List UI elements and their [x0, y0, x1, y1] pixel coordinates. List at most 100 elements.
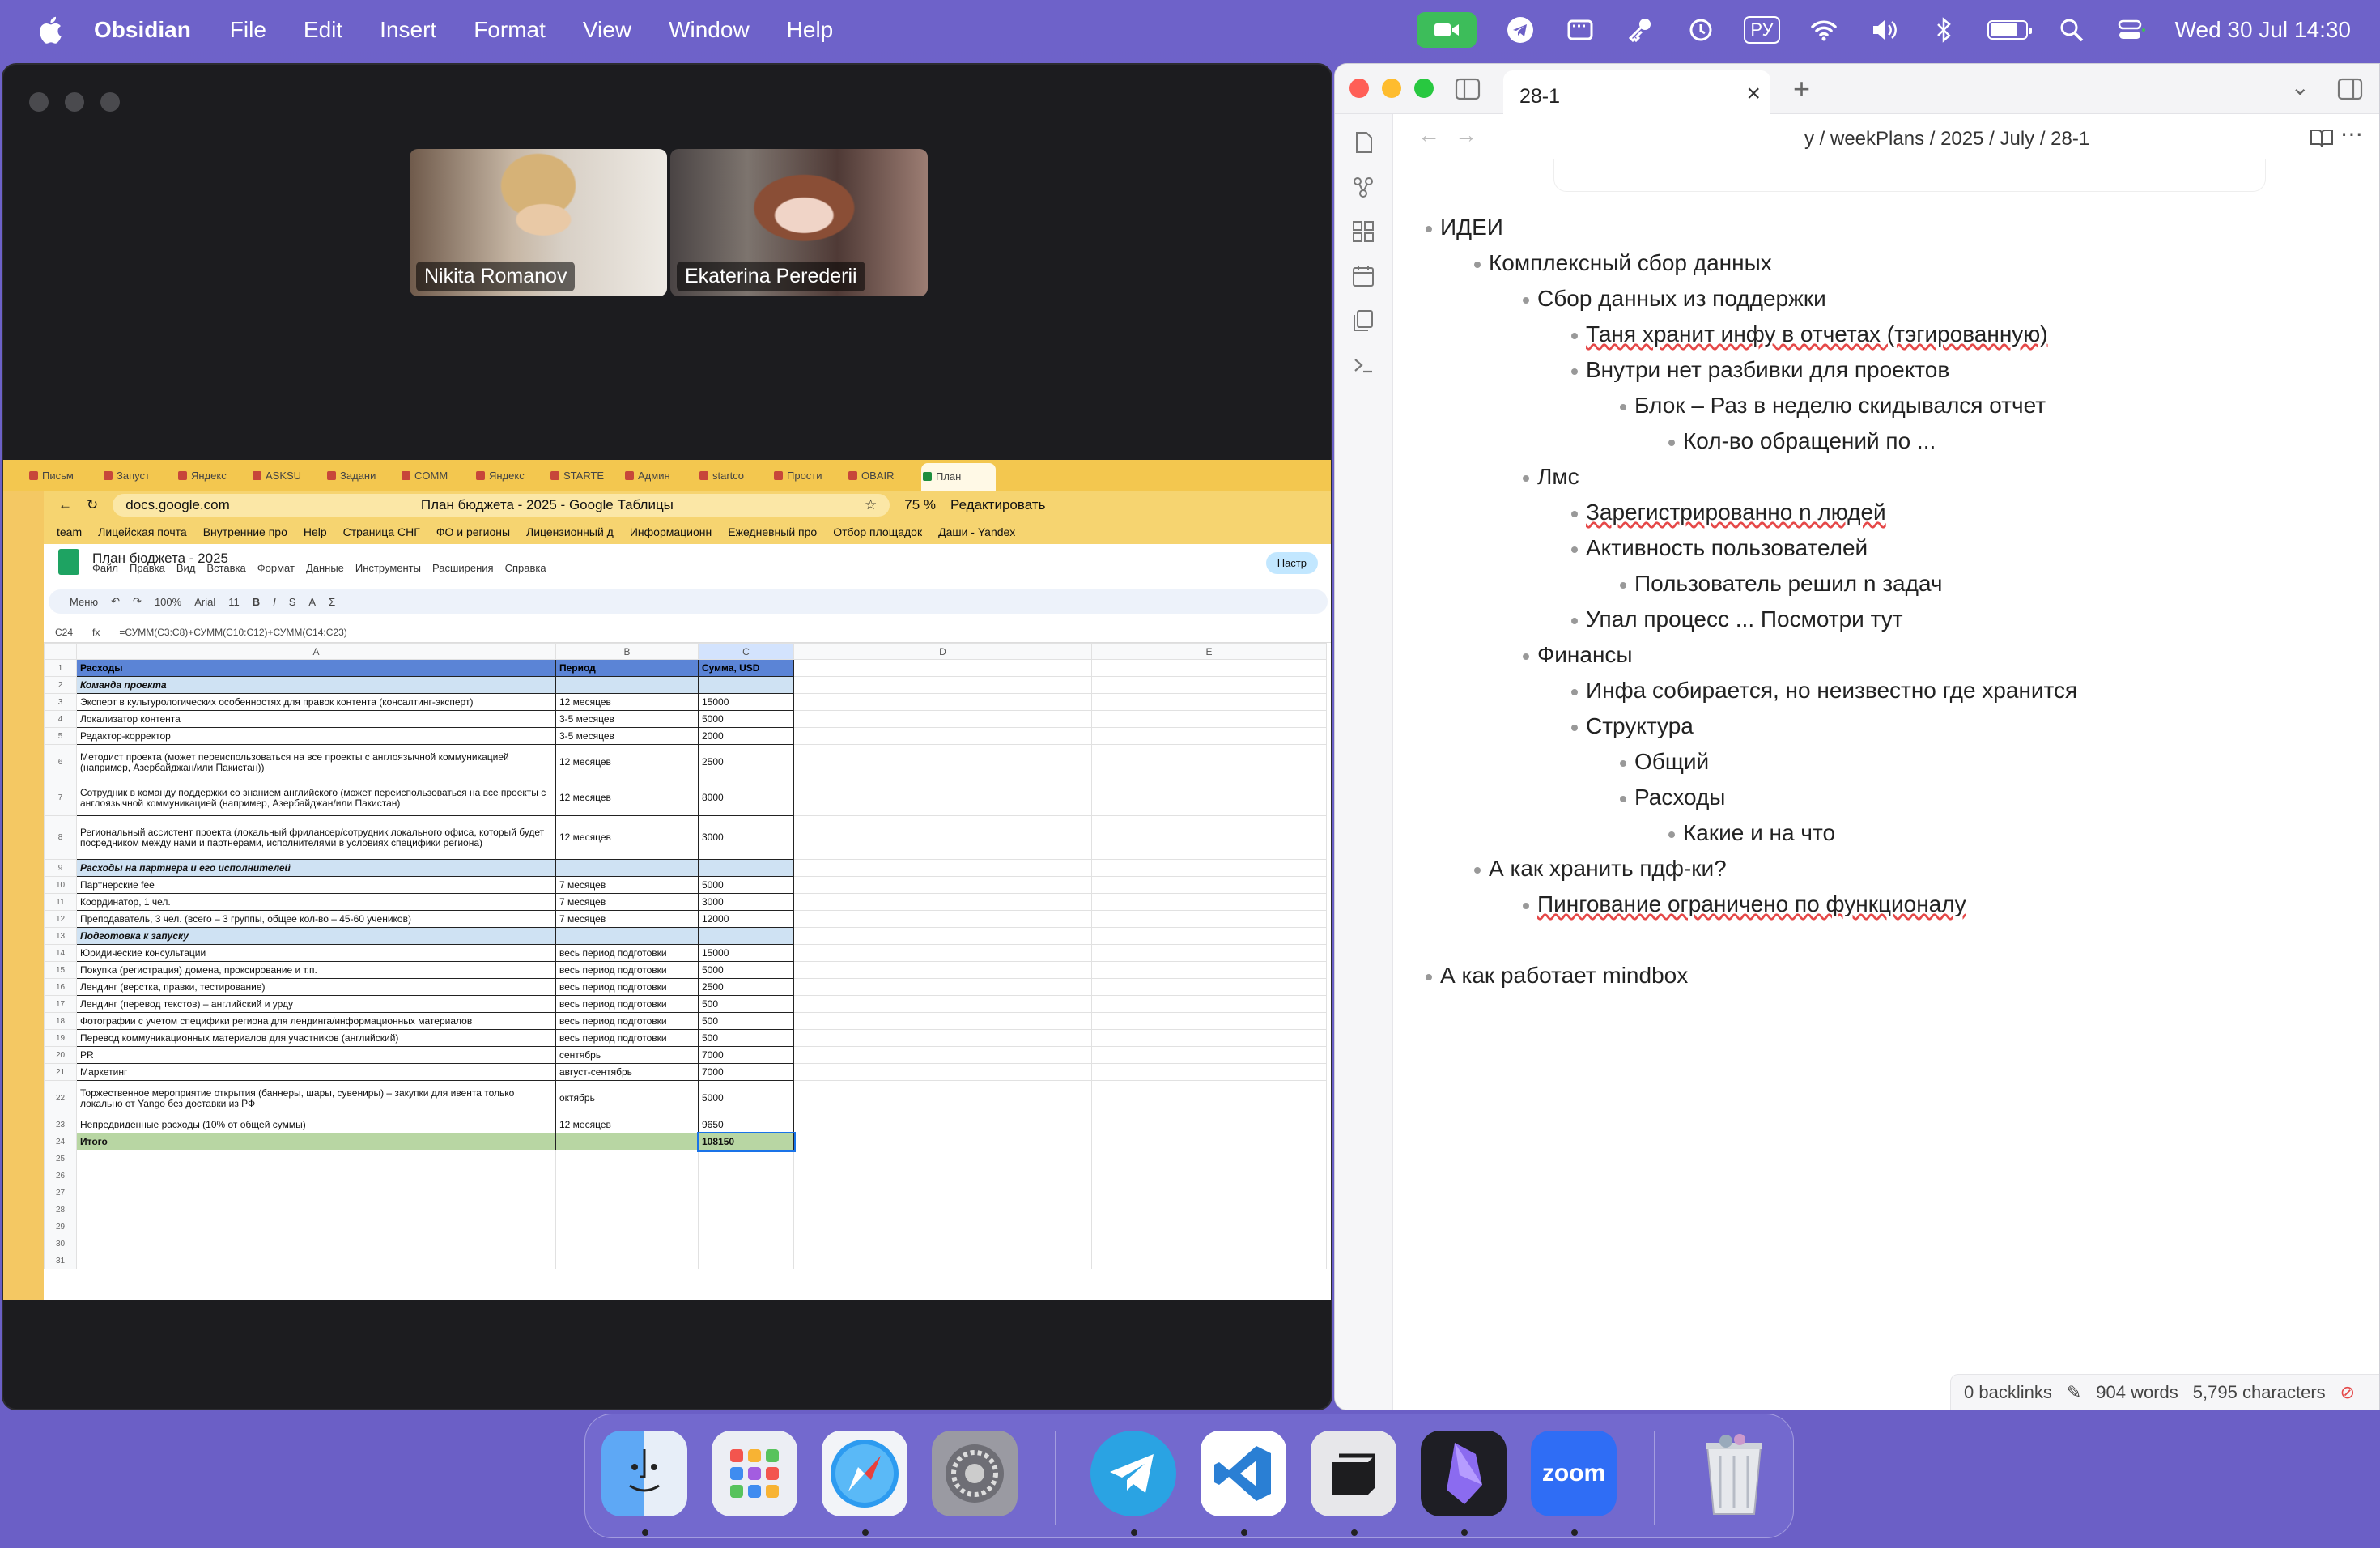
sheet-menu-item[interactable]: Справка: [505, 562, 546, 574]
font-select[interactable]: Arial: [194, 596, 215, 608]
cell-a[interactable]: Расходы на партнера и его исполнителей: [76, 859, 556, 877]
sheet-menu-item[interactable]: Формат: [257, 562, 295, 574]
cell-d[interactable]: [793, 1150, 1092, 1167]
text-color-button[interactable]: A: [308, 596, 316, 608]
column-header[interactable]: B: [555, 643, 699, 660]
cell-e[interactable]: [1091, 876, 1327, 894]
table-row[interactable]: 26: [44, 1167, 1327, 1184]
cell-e[interactable]: [1091, 1201, 1327, 1218]
table-row[interactable]: 18 Фотографии с учетом специфики региона …: [44, 1012, 1327, 1030]
cell-c[interactable]: 108150: [696, 1131, 796, 1152]
cell-a[interactable]: Юридические консультации: [76, 944, 556, 962]
cell-d[interactable]: [793, 910, 1092, 928]
cell-d[interactable]: [793, 815, 1092, 860]
zoom-camera-indicator-icon[interactable]: [1417, 12, 1477, 48]
cell-a[interactable]: Покупка (регистрация) домена, проксирова…: [76, 961, 556, 979]
cell-a[interactable]: [76, 1235, 556, 1252]
cell-e[interactable]: [1091, 1150, 1327, 1167]
cell-d[interactable]: [793, 927, 1092, 945]
cell-b[interactable]: 7 месяцев: [555, 910, 699, 928]
outline-item[interactable]: Общий: [1440, 744, 2363, 780]
table-row[interactable]: 9 Расходы на партнера и его исполнителей: [44, 859, 1327, 877]
back-arrow-icon[interactable]: ←: [1417, 122, 1440, 148]
chevron-down-icon[interactable]: ⌄: [2291, 74, 2310, 100]
sheet-menu-item[interactable]: Вставка: [206, 562, 245, 574]
terminal-icon[interactable]: [1351, 353, 1375, 377]
italic-button[interactable]: I: [273, 596, 276, 608]
cell-c[interactable]: [698, 676, 794, 694]
cell-b[interactable]: весь период подготовки: [555, 1029, 699, 1047]
zoom-icon[interactable]: zoom: [1531, 1431, 1617, 1516]
more-options-icon[interactable]: ⋯: [2340, 121, 2363, 147]
note-tab[interactable]: 28-1 ×: [1503, 70, 1770, 114]
outline-item[interactable]: А как хранить пдф-ки?: [1440, 851, 2363, 887]
character-count[interactable]: 5,795 characters: [2193, 1382, 2326, 1403]
cell-a[interactable]: Перевод коммуникационных материалов для …: [76, 1029, 556, 1047]
sheets-logo-icon[interactable]: [58, 549, 79, 575]
bookmark[interactable]: Ежедневный про: [728, 525, 817, 538]
cell-e[interactable]: [1091, 1063, 1327, 1081]
zoom-window-button[interactable]: [1414, 79, 1434, 98]
table-row[interactable]: 25: [44, 1150, 1327, 1167]
telegram-menu-icon[interactable]: [1504, 14, 1536, 46]
bookmark[interactable]: Отбор площадок: [833, 525, 922, 538]
outline-item[interactable]: Структура: [1440, 708, 2363, 744]
cell-e[interactable]: [1091, 978, 1327, 996]
cell-c[interactable]: [698, 1201, 794, 1218]
battery-icon[interactable]: [1987, 20, 2032, 40]
table-row[interactable]: 7 Сотрудник в команду поддержки со знание…: [44, 780, 1327, 816]
cell-c[interactable]: [698, 1167, 794, 1184]
table-row[interactable]: 16 Лендинг (верстка, правки, тестирование…: [44, 978, 1327, 996]
table-row[interactable]: 23 Непредвиденные расходы (10% от общей с…: [44, 1116, 1327, 1133]
volume-icon[interactable]: [1868, 14, 1900, 46]
launchpad-icon[interactable]: [712, 1431, 797, 1516]
menu-format[interactable]: Format: [474, 17, 546, 43]
cell-b[interactable]: [555, 927, 699, 945]
browser-tab[interactable]: COMM: [400, 470, 474, 482]
cell-d[interactable]: [793, 744, 1092, 780]
minimize-window-button[interactable]: [1382, 79, 1401, 98]
cell-b[interactable]: весь период подготовки: [555, 978, 699, 996]
cell-d[interactable]: [793, 961, 1092, 979]
cell-a[interactable]: Торжественное мероприятие открытия (банн…: [76, 1080, 556, 1116]
outline-item[interactable]: Какие и на что: [1440, 815, 2363, 851]
backlinks-count[interactable]: 0 backlinks: [1964, 1382, 2052, 1403]
cell-d[interactable]: [793, 780, 1092, 816]
outline-item[interactable]: Комплексный сбор данных: [1440, 245, 2363, 281]
browser-tab[interactable]: Задани: [325, 470, 400, 482]
sheet-menu-item[interactable]: Данные: [306, 562, 344, 574]
control-center-icon[interactable]: [2115, 14, 2148, 46]
share-settings-button[interactable]: Настр: [1265, 552, 1318, 574]
bookmark[interactable]: team: [57, 525, 82, 538]
cell-b[interactable]: Период: [555, 659, 699, 677]
cell-d[interactable]: [793, 1029, 1092, 1047]
cell-c[interactable]: 2500: [698, 744, 794, 780]
cell-d[interactable]: [793, 676, 1092, 694]
cell-b[interactable]: [555, 1218, 699, 1235]
menu-window[interactable]: Window: [669, 17, 750, 43]
cell-e[interactable]: [1091, 1167, 1327, 1184]
cell-b[interactable]: 12 месяцев: [555, 693, 699, 711]
sheet-menu-item[interactable]: Правка: [130, 562, 165, 574]
cell-d[interactable]: [793, 1184, 1092, 1201]
back-icon[interactable]: ←: [58, 497, 72, 513]
cell-d[interactable]: [793, 1201, 1092, 1218]
table-row[interactable]: 17 Лендинг (перевод текстов) – английский…: [44, 995, 1327, 1013]
close-tab-icon[interactable]: ×: [1746, 80, 1761, 108]
table-row[interactable]: 12 Преподаватель, 3 чел. (всего – 3 групп…: [44, 910, 1327, 928]
cell-c[interactable]: 15000: [698, 693, 794, 711]
cell-b[interactable]: [555, 1133, 699, 1150]
open-quick-switcher-icon[interactable]: [1351, 130, 1375, 155]
browser-tab[interactable]: Яндекс: [176, 470, 251, 482]
cell-b[interactable]: весь период подготовки: [555, 944, 699, 962]
outline-item[interactable]: Пользователь решил n задач: [1440, 566, 2363, 602]
cell-reference[interactable]: C24: [55, 627, 73, 638]
cell-d[interactable]: [793, 859, 1092, 877]
outline-item[interactable]: Зарегистрированно n людей: [1440, 495, 2363, 530]
system-settings-icon[interactable]: [932, 1431, 1018, 1516]
cell-a[interactable]: Непредвиденные расходы (10% от общей сум…: [76, 1116, 556, 1133]
cell-c[interactable]: 15000: [698, 944, 794, 962]
new-tab-icon[interactable]: +: [1793, 72, 1810, 106]
menu-help[interactable]: Help: [787, 17, 834, 43]
cell-c[interactable]: Сумма, USD: [698, 659, 794, 677]
